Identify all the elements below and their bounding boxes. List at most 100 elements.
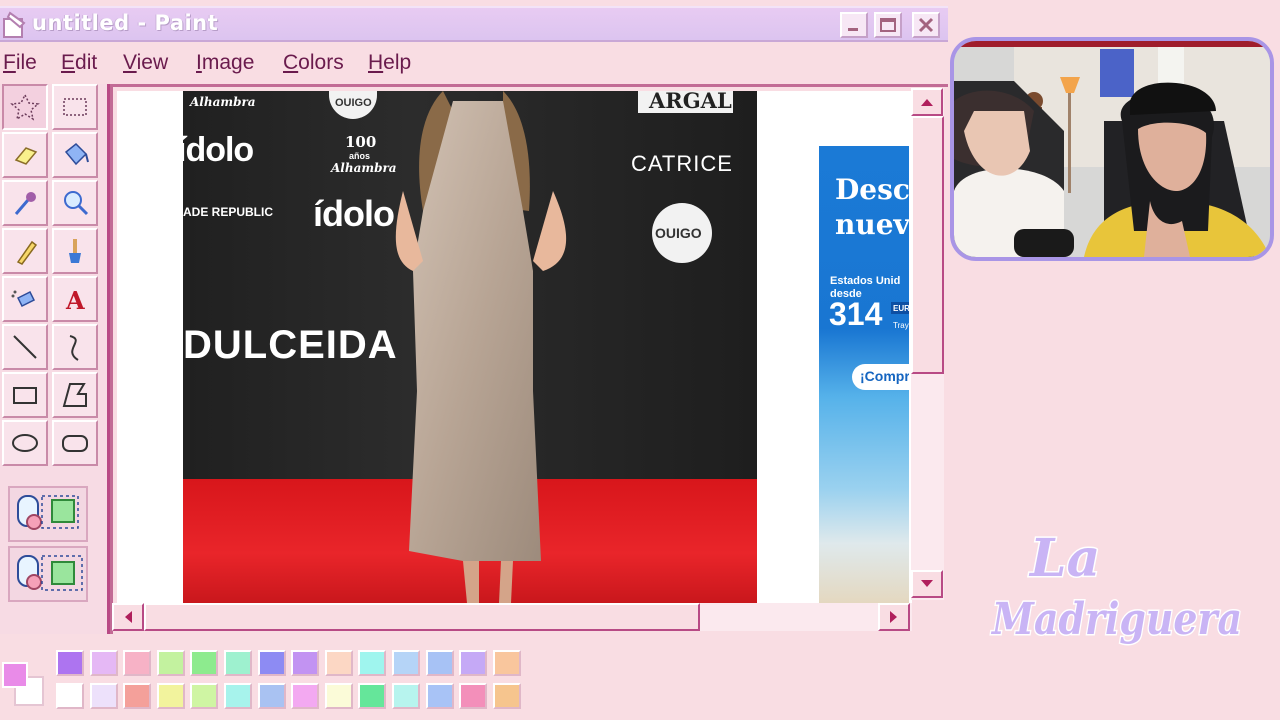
- palette-swatch[interactable]: [425, 683, 454, 709]
- tool-rectangle[interactable]: [2, 372, 48, 418]
- tool-pencil[interactable]: [2, 228, 48, 274]
- logo-catrice: CATRICE: [631, 151, 733, 176]
- tool-rectangle-select[interactable]: [52, 84, 98, 130]
- ad-sub: Tray: [893, 321, 909, 330]
- palette-swatch[interactable]: [492, 650, 521, 676]
- rounded-rectangle-icon: [62, 435, 88, 452]
- palette-swatch[interactable]: [459, 650, 488, 676]
- vertical-scroll-thumb[interactable]: [911, 116, 944, 374]
- palette-swatch[interactable]: [358, 650, 387, 676]
- tool-color-picker[interactable]: [2, 180, 48, 226]
- horizontal-scrollbar[interactable]: [112, 603, 912, 631]
- palette-swatch[interactable]: [392, 683, 420, 709]
- palette-swatch[interactable]: [156, 650, 185, 676]
- tool-option-opaque[interactable]: [8, 486, 88, 542]
- palette-swatch[interactable]: [56, 650, 84, 676]
- logo-ouigo-circle: OUIGO: [655, 225, 702, 241]
- logo-idolo-left: ídolo: [183, 131, 254, 169]
- menu-view[interactable]: View: [123, 51, 168, 75]
- maximize-button[interactable]: [874, 12, 902, 38]
- logo-alhambra-100-anos: años: [349, 151, 371, 161]
- tool-polygon[interactable]: [52, 372, 98, 418]
- palette-swatch[interactable]: [392, 650, 420, 676]
- palette-swatch[interactable]: [291, 650, 320, 676]
- tool-magnifier[interactable]: [52, 180, 98, 226]
- palette-swatch[interactable]: [324, 683, 353, 709]
- logo-dulceida: DULCEIDA: [183, 323, 398, 367]
- shapes-transparent-icon: [17, 555, 83, 591]
- palette-swatch[interactable]: [190, 650, 219, 676]
- palette-swatch[interactable]: [89, 683, 118, 709]
- ad-banner[interactable]: Desc nuev Estados Unid desde 314 EUR Tra…: [819, 146, 909, 603]
- scroll-down-button[interactable]: [911, 570, 943, 598]
- tool-text[interactable]: A: [52, 276, 98, 322]
- palette-swatch[interactable]: [257, 650, 286, 676]
- scroll-left-button[interactable]: [112, 603, 144, 631]
- palette-swatch[interactable]: [190, 683, 219, 709]
- palette-swatch[interactable]: [224, 650, 252, 676]
- svg-text:La: La: [1028, 528, 1100, 589]
- person-in-sequin-dress: [395, 91, 567, 603]
- logo-argal: ARGAL: [649, 91, 732, 113]
- vertical-scrollbar[interactable]: [911, 88, 944, 600]
- fill-bucket-icon: [64, 142, 89, 166]
- title-bar[interactable]: untitled - Paint: [0, 6, 948, 42]
- tool-eraser[interactable]: [2, 132, 48, 178]
- palette-swatch[interactable]: [224, 683, 252, 709]
- tool-curve[interactable]: [52, 324, 98, 370]
- ad-currency: EUR: [893, 304, 909, 313]
- window-title: untitled - Paint: [32, 11, 219, 35]
- close-button[interactable]: [912, 12, 940, 38]
- palette-swatch[interactable]: [459, 683, 488, 709]
- tool-line[interactable]: [2, 324, 48, 370]
- webcam-feed: [954, 41, 1270, 257]
- pencil-icon: [16, 240, 38, 265]
- menu-edit[interactable]: Edit: [61, 51, 97, 75]
- arrow-up-icon: [921, 99, 933, 106]
- red-carpet-photo: Alhambra OUIGO ARGAL ídolo 100 años Alha…: [183, 91, 757, 603]
- tool-rounded-rectangle[interactable]: [52, 420, 98, 466]
- scroll-up-button[interactable]: [911, 88, 943, 116]
- palette-swatch[interactable]: [358, 683, 387, 709]
- palette-swatch[interactable]: [425, 650, 454, 676]
- palette-swatch[interactable]: [291, 683, 320, 709]
- palette-swatch[interactable]: [56, 683, 84, 709]
- tool-option-transparent[interactable]: [8, 546, 88, 602]
- ad-headline: Desc nuev: [835, 173, 909, 241]
- tool-fill[interactable]: [52, 132, 98, 178]
- svg-text:A: A: [65, 286, 85, 314]
- svg-text:Madriguera: Madriguera: [990, 594, 1242, 645]
- minimize-icon: [848, 28, 858, 31]
- polygon-icon: [62, 383, 87, 407]
- ad-cta-button[interactable]: ¡Compr: [852, 364, 909, 390]
- palette-swatch[interactable]: [156, 683, 185, 709]
- palette-swatch[interactable]: [257, 683, 286, 709]
- scroll-right-button[interactable]: [878, 603, 910, 631]
- curve-icon: [69, 335, 79, 361]
- menu-help[interactable]: Help: [368, 51, 411, 75]
- ellipse-icon: [12, 434, 38, 452]
- menu-bar: File Edit View Image Colors Help: [0, 44, 948, 84]
- paint-window: untitled - Paint File Edit View Image Co…: [0, 0, 948, 720]
- menu-file[interactable]: File: [3, 51, 37, 75]
- palette-swatch[interactable]: [492, 683, 521, 709]
- arrow-right-icon: [890, 611, 897, 623]
- palette-swatch[interactable]: [89, 650, 118, 676]
- toolbox: A: [0, 84, 110, 634]
- tool-airbrush[interactable]: [2, 276, 48, 322]
- tool-brush[interactable]: [52, 228, 98, 274]
- palette-swatch[interactable]: [123, 683, 152, 709]
- magnifier-icon: [64, 191, 89, 216]
- palette-swatch[interactable]: [123, 650, 152, 676]
- menu-image[interactable]: Image: [196, 51, 254, 75]
- rectangle-icon: [13, 387, 37, 404]
- menu-colors[interactable]: Colors: [283, 51, 344, 75]
- tool-free-form-select[interactable]: [2, 84, 48, 130]
- logo-alhambra-small: Alhambra: [190, 95, 256, 109]
- minimize-button[interactable]: [840, 12, 868, 38]
- tool-ellipse[interactable]: [2, 420, 48, 466]
- palette-swatch[interactable]: [324, 650, 353, 676]
- horizontal-scroll-thumb[interactable]: [144, 603, 700, 631]
- text-icon: A: [65, 286, 85, 314]
- logo-alhambra-100-number: 100: [345, 133, 377, 151]
